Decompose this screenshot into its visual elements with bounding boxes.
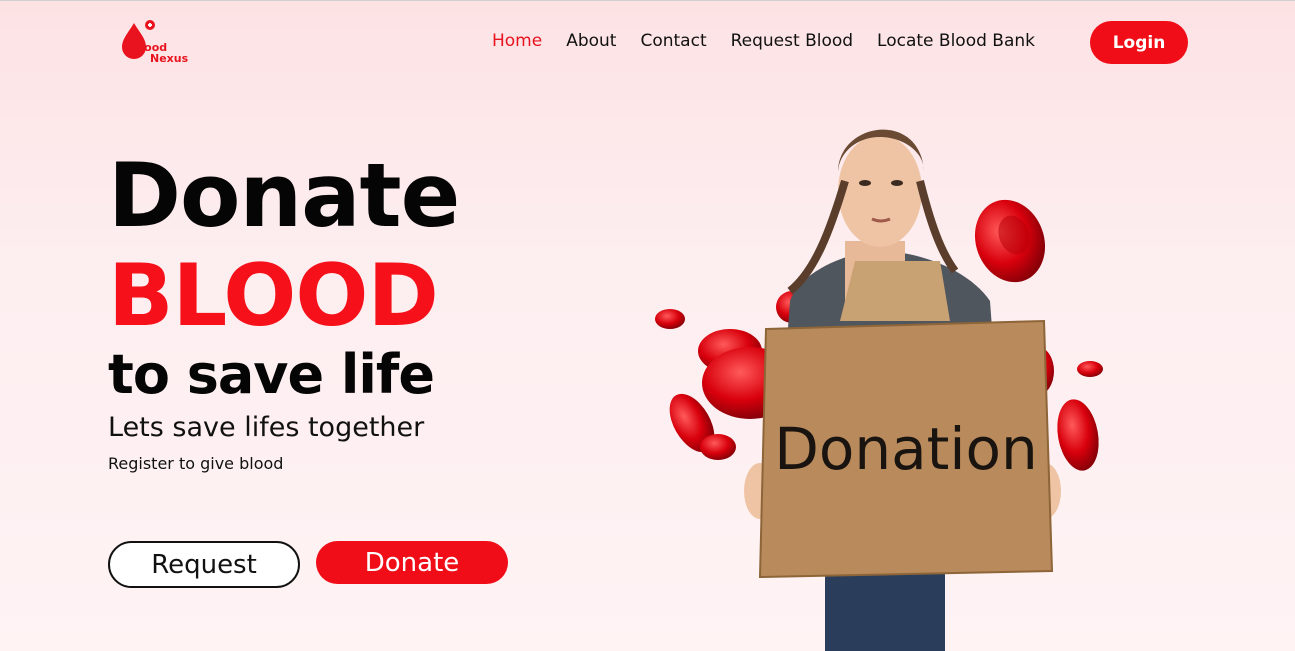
sign-text: Donation	[774, 415, 1038, 483]
nav-request-blood[interactable]: Request Blood	[731, 31, 853, 51]
hero-heading-donate: Donate	[108, 144, 460, 247]
blood-cell-icon	[974, 199, 1046, 283]
main-nav: Home About Contact Request Blood Locate …	[492, 31, 1059, 51]
hero-heading-save-life: to save life	[108, 343, 435, 406]
request-button[interactable]: Request	[108, 541, 300, 588]
blood-cell-icon	[700, 434, 736, 460]
blood-cell-icon	[1057, 399, 1099, 471]
donation-sign: Donation	[758, 319, 1054, 579]
login-button[interactable]: Login	[1090, 21, 1188, 64]
nav-home[interactable]: Home	[492, 31, 542, 51]
brand-name-line2: Nexus	[150, 52, 189, 65]
nav-contact[interactable]: Contact	[640, 31, 706, 51]
nav-locate-blood-bank[interactable]: Locate Blood Bank	[877, 31, 1035, 51]
hero-image: Donation	[655, 129, 1103, 651]
hero-heading-blood: BLOOD	[108, 246, 439, 346]
blood-cell-icon	[1077, 361, 1103, 377]
hero-note: Register to give blood	[108, 454, 284, 473]
nav-about[interactable]: About	[566, 31, 616, 51]
blood-cell-icon	[655, 309, 685, 329]
brand-logo[interactable]: Blood Nexus	[118, 17, 198, 69]
hero-subtitle: Lets save lifes together	[108, 412, 425, 443]
donate-button[interactable]: Donate	[316, 541, 508, 584]
